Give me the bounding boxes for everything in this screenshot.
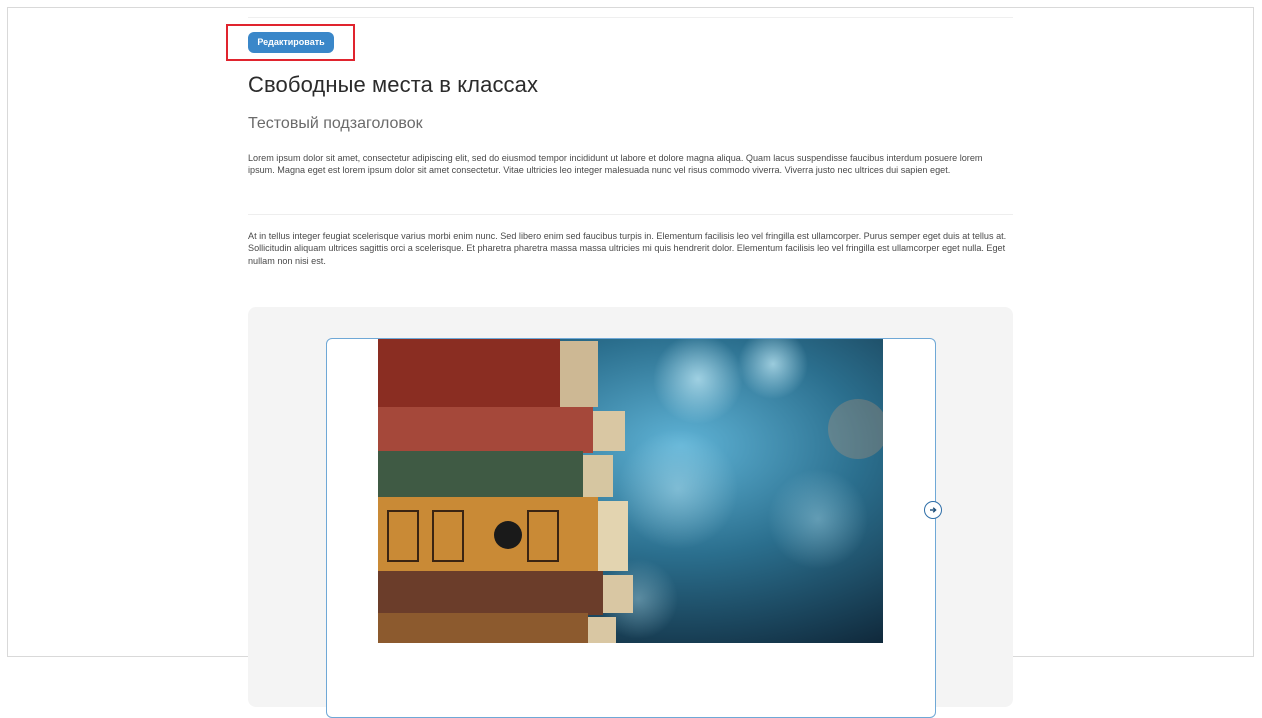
arrow-right-icon [930, 507, 937, 513]
next-slide-button[interactable] [924, 501, 942, 519]
edit-button[interactable]: Редактировать [248, 32, 334, 53]
page-title: Свободные места в классах [248, 72, 539, 97]
top-divider [248, 17, 1013, 18]
page-subtitle: Тестовый подзаголовок [248, 115, 423, 132]
body-paragraph-1: Lorem ipsum dolor sit amet, consectetur … [248, 153, 983, 176]
gallery-image[interactable] [378, 339, 883, 643]
content-divider [248, 214, 1013, 215]
body-paragraph-2: At in tellus integer feugiat scelerisque… [248, 231, 1007, 266]
